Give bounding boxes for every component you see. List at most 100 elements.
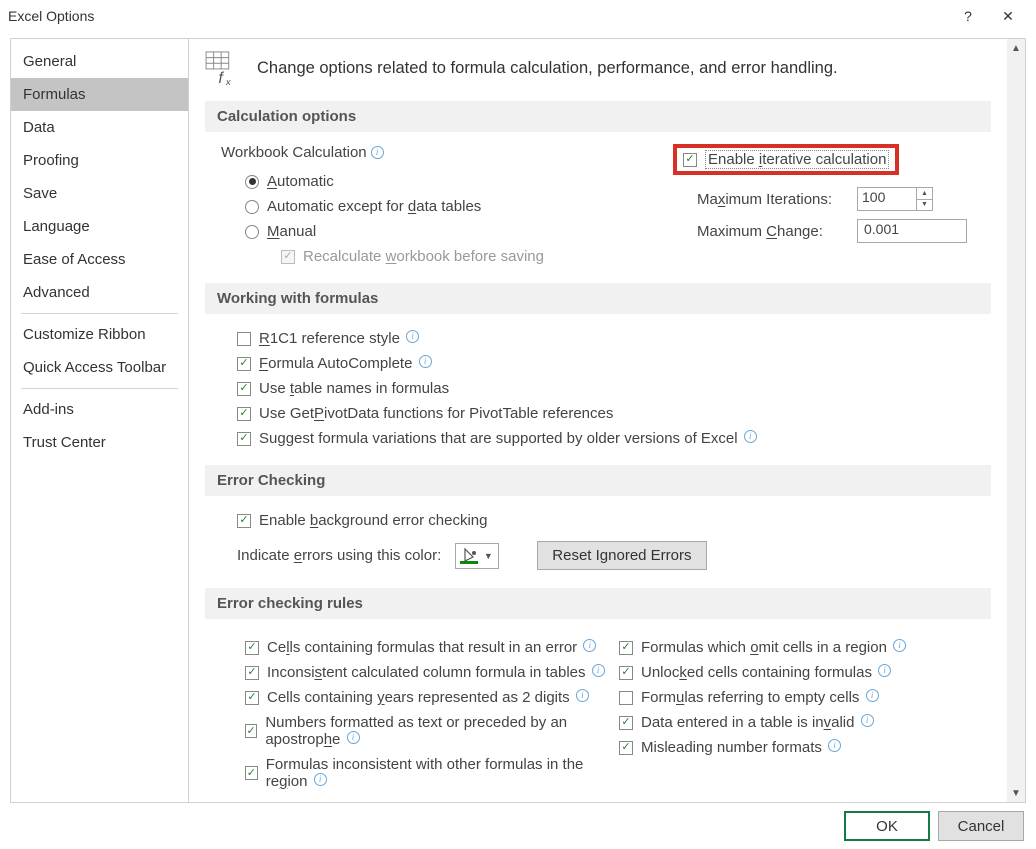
cancel-button[interactable]: Cancel: [938, 811, 1024, 841]
radio-icon: [245, 175, 259, 189]
rule-checkbox[interactable]: Numbers formatted as text or preceded by…: [245, 710, 609, 752]
check-formula-autocomplete[interactable]: Formula AutoComplete i: [237, 351, 983, 376]
info-icon[interactable]: i: [878, 664, 891, 677]
checkbox-icon: [245, 666, 259, 680]
check-r1c1-reference-style[interactable]: R1C1 reference style i: [237, 326, 983, 351]
rule-checkbox[interactable]: Data entered in a table is invalid i: [619, 710, 983, 735]
dropdown-arrow-icon: ▼: [481, 551, 495, 561]
scroll-up-icon[interactable]: ▲: [1007, 39, 1025, 57]
info-icon[interactable]: i: [419, 355, 432, 368]
info-icon[interactable]: i: [592, 664, 605, 677]
formulas-page-icon: f x: [205, 51, 243, 85]
sidebar-item-quick-access-toolbar[interactable]: Quick Access Toolbar: [11, 351, 188, 384]
info-icon[interactable]: i: [866, 689, 879, 702]
svg-text:f: f: [218, 69, 224, 85]
sidebar-item-trust-center[interactable]: Trust Center: [11, 426, 188, 459]
rule-checkbox[interactable]: Formulas referring to empty cells i: [619, 685, 983, 710]
radio-icon: [245, 225, 259, 239]
category-sidebar: General Formulas Data Proofing Save Lang…: [11, 39, 189, 802]
check-enable-background-error-checking[interactable]: Enable background error checking: [237, 508, 983, 533]
checkbox-icon: [237, 407, 251, 421]
sidebar-item-save[interactable]: Save: [11, 177, 188, 210]
check-enable-iterative-calculation[interactable]: [683, 153, 697, 167]
rule-checkbox[interactable]: Formulas inconsistent with other formula…: [245, 752, 609, 794]
rule-checkbox[interactable]: Unlocked cells containing formulas i: [619, 660, 983, 685]
rule-checkbox[interactable]: Formulas which omit cells in a region i: [619, 635, 983, 660]
maximum-change-input[interactable]: 0.001: [857, 219, 967, 243]
checkbox-icon: [237, 514, 251, 528]
info-icon[interactable]: i: [314, 773, 327, 786]
spinner-buttons[interactable]: ▲ ▼: [916, 188, 932, 210]
sidebar-item-formulas[interactable]: Formulas: [11, 78, 188, 111]
indicate-errors-row: Indicate errors using this color: ▼ Rese…: [237, 533, 983, 574]
reset-ignored-errors-button[interactable]: Reset Ignored Errors: [537, 541, 706, 570]
sidebar-item-proofing[interactable]: Proofing: [11, 144, 188, 177]
info-icon[interactable]: i: [371, 146, 384, 159]
sidebar-item-language[interactable]: Language: [11, 210, 188, 243]
check-use-getpivotdata[interactable]: Use GetPivotData functions for PivotTabl…: [237, 401, 983, 426]
sidebar-item-advanced[interactable]: Advanced: [11, 276, 188, 309]
checkbox-icon: [237, 432, 251, 446]
checkbox-icon: [245, 691, 259, 705]
info-icon[interactable]: i: [828, 739, 841, 752]
fill-color-icon: [459, 547, 479, 565]
enable-iterative-calculation-highlighted: Enable iterative calculation: [673, 144, 899, 175]
svg-text:x: x: [225, 77, 231, 85]
checkbox-icon: [619, 641, 633, 655]
sidebar-item-general[interactable]: General: [11, 45, 188, 78]
info-icon[interactable]: i: [893, 639, 906, 652]
rule-checkbox[interactable]: Misleading number formats i: [619, 735, 983, 760]
page-header: f x Change options related to formula ca…: [205, 51, 991, 95]
radio-automatic[interactable]: Automatic: [221, 169, 673, 194]
sidebar-item-ease-of-access[interactable]: Ease of Access: [11, 243, 188, 276]
info-icon[interactable]: i: [406, 330, 419, 343]
checkbox-icon: [245, 724, 257, 738]
info-icon[interactable]: i: [347, 731, 360, 744]
radio-icon: [245, 200, 259, 214]
checkbox-icon: [619, 716, 633, 730]
info-icon[interactable]: i: [861, 714, 874, 727]
spin-up-icon: ▲: [917, 188, 932, 200]
checkbox-icon: [619, 666, 633, 680]
info-icon[interactable]: i: [576, 689, 589, 702]
enable-iterative-calculation-label: Enable iterative calculation: [705, 150, 889, 169]
radio-automatic-except-data-tables[interactable]: Automatic except for data tables: [221, 194, 673, 219]
dialog-footer: OK Cancel: [844, 811, 1024, 841]
vertical-scrollbar[interactable]: ▲ ▼: [1007, 39, 1025, 802]
checkbox-icon: [237, 332, 251, 346]
check-use-table-names[interactable]: Use table names in formulas: [237, 376, 983, 401]
help-button[interactable]: ?: [948, 1, 988, 31]
info-icon[interactable]: i: [583, 639, 596, 652]
maximum-iterations-input[interactable]: 100 ▲ ▼: [857, 187, 933, 211]
checkbox-icon: [245, 641, 259, 655]
spin-down-icon: ▼: [917, 200, 932, 211]
window-title: Excel Options: [8, 8, 94, 24]
section-working-with-formulas: Working with formulas: [205, 283, 991, 314]
scroll-down-icon[interactable]: ▼: [1007, 784, 1025, 802]
error-color-picker[interactable]: ▼: [455, 543, 499, 569]
section-error-checking: Error Checking: [205, 465, 991, 496]
radio-manual[interactable]: Manual: [221, 219, 673, 244]
rule-checkbox[interactable]: Inconsistent calculated column formula i…: [245, 660, 609, 685]
sidebar-item-data[interactable]: Data: [11, 111, 188, 144]
checkbox-icon: [237, 382, 251, 396]
sidebar-item-add-ins[interactable]: Add-ins: [11, 393, 188, 426]
checkbox-icon: [619, 691, 633, 705]
section-calculation-options: Calculation options: [205, 101, 991, 132]
checkbox-icon: [245, 766, 258, 780]
checkbox-icon: [237, 357, 251, 371]
section-error-checking-rules: Error checking rules: [205, 588, 991, 619]
info-icon[interactable]: i: [744, 430, 757, 443]
titlebar: Excel Options ? ✕: [0, 0, 1036, 32]
close-button[interactable]: ✕: [988, 1, 1028, 31]
content-panel: f x Change options related to formula ca…: [189, 39, 1007, 802]
workbook-calculation-label: Workbook Calculationi: [221, 144, 673, 161]
rule-checkbox[interactable]: Cells containing formulas that result in…: [245, 635, 609, 660]
page-description: Change options related to formula calcul…: [257, 59, 838, 78]
dialog-body: General Formulas Data Proofing Save Lang…: [10, 38, 1026, 803]
sidebar-item-customize-ribbon[interactable]: Customize Ribbon: [11, 318, 188, 351]
ok-button[interactable]: OK: [844, 811, 930, 841]
rule-checkbox[interactable]: Cells containing years represented as 2 …: [245, 685, 609, 710]
check-suggest-formula-variations[interactable]: Suggest formula variations that are supp…: [237, 426, 983, 451]
maximum-iterations-row: Maximum Iterations: 100 ▲ ▼: [673, 183, 983, 215]
